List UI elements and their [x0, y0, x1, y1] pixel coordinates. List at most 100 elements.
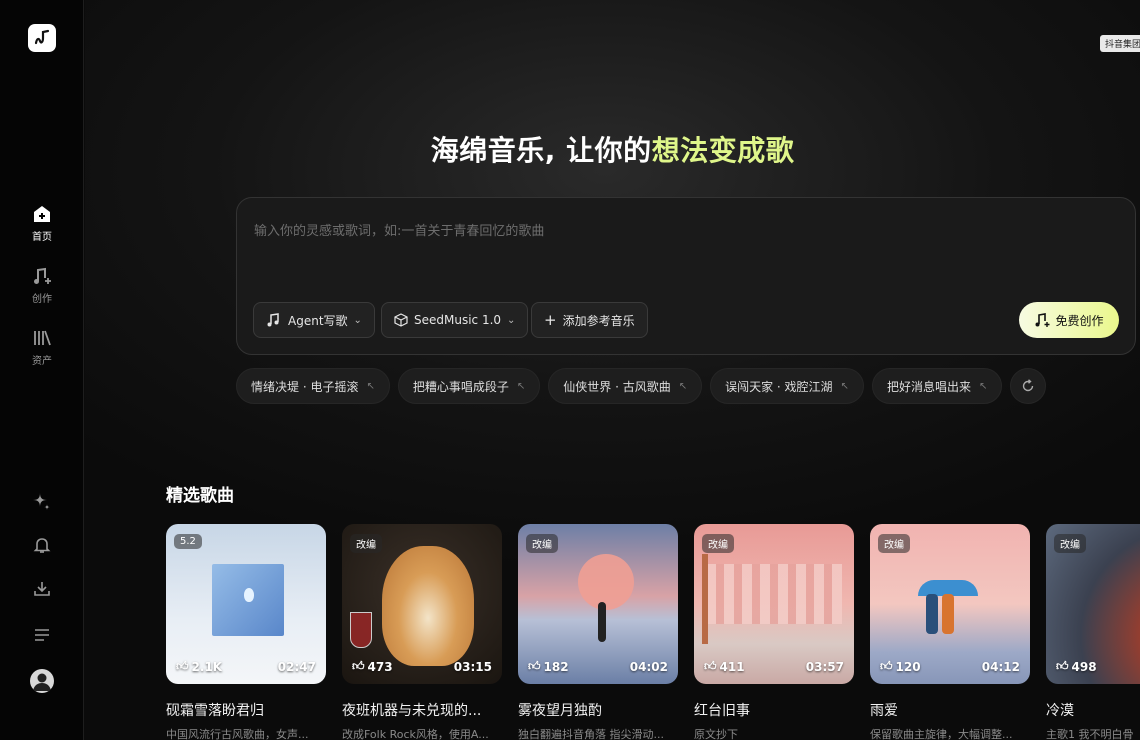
thumbs-up-icon: 👍︎ — [352, 659, 365, 673]
song-cover[interactable]: 改编 👍︎ 411 03:57 — [694, 524, 854, 684]
like-count-value: 498 — [1071, 659, 1097, 674]
cover-art — [702, 554, 708, 644]
page-title: 海绵音乐, 让你的想法变成歌 — [85, 129, 1140, 169]
song-title[interactable]: 冷漠 — [1046, 700, 1140, 720]
song-cover[interactable]: 改编 👍︎ 120 04:12 — [870, 524, 1030, 684]
song-duration: 03:57 — [805, 660, 844, 674]
like-count-value: 182 — [543, 659, 569, 674]
like-count[interactable]: 👍︎ 498 — [1056, 659, 1097, 674]
song-tag: 改编 — [350, 534, 382, 553]
song-tag: 改编 — [526, 534, 558, 553]
prompt-input[interactable]: 输入你的灵感或歌词，如:一首关于青春回忆的歌曲 — [254, 220, 544, 239]
suggestion-chip[interactable]: 仙侠世界 · 古风歌曲 ↖ — [548, 368, 703, 404]
cube-icon — [394, 313, 408, 327]
thumbs-up-icon: 👍︎ — [1056, 659, 1069, 673]
like-count[interactable]: 👍︎ 120 — [880, 659, 921, 674]
agent-write-button[interactable]: Agent写歌 ⌄ — [253, 302, 375, 338]
song-card[interactable]: 改编 👍︎ 473 03:15 夜班机器与未兑现的... 改成Folk Rock风… — [342, 524, 502, 740]
app-logo[interactable] — [28, 24, 56, 52]
thumbs-up-icon: 👍︎ — [880, 659, 893, 673]
arrow-up-left-icon: ↖ — [840, 380, 849, 392]
suggestion-chip[interactable]: 误闯天家 · 戏腔江湖 ↖ — [710, 368, 864, 404]
user-avatar-icon[interactable] — [30, 669, 54, 693]
suggestion-chip[interactable]: 把糟心事唱成段子 ↖ — [397, 368, 541, 404]
song-cover[interactable]: 5.2 👍︎ 2.1K 02:47 — [166, 524, 326, 684]
menu-lines-icon[interactable] — [31, 624, 53, 646]
song-cover[interactable]: 改编 👍︎ 182 04:02 — [518, 524, 678, 684]
cover-art — [578, 554, 634, 610]
section-title: 精选歌曲 — [166, 486, 234, 506]
music-note-icon — [267, 313, 279, 327]
bell-icon[interactable] — [31, 534, 53, 556]
add-reference-music-button[interactable]: + 添加参考音乐 — [531, 302, 648, 338]
thumbs-up-icon: 👍︎ — [528, 659, 541, 673]
like-count[interactable]: 👍︎ 473 — [352, 659, 393, 674]
brand-tag: 抖音集团 — [1100, 35, 1140, 52]
title-prefix: 海绵音乐, 让你的 — [430, 134, 652, 167]
chevron-down-icon: ⌄ — [507, 314, 516, 326]
title-highlight: 想法变成歌 — [651, 134, 795, 167]
song-card-list: 5.2 👍︎ 2.1K 02:47 砚霜雪落盼君归 中国风流行古风歌曲，女声...… — [166, 524, 1140, 740]
sidebar-item-assets[interactable]: 资产 — [0, 328, 84, 367]
sparkle-icon[interactable] — [31, 490, 53, 512]
song-description: 独白翻遍抖音角落 指尖滑动... — [518, 728, 664, 740]
refresh-suggestions-button[interactable] — [1010, 368, 1047, 404]
music-logo-icon — [34, 29, 50, 45]
thumbs-up-icon: 👍︎ — [704, 659, 717, 673]
cover-art — [942, 594, 954, 634]
suggestion-chip[interactable]: 情绪决堤 · 电子摇滚 ↖ — [236, 368, 390, 404]
cover-art — [350, 612, 372, 648]
song-duration: 04:02 — [629, 660, 668, 674]
prompt-box[interactable]: 输入你的灵感或歌词，如:一首关于青春回忆的歌曲 Agent写歌 ⌄ SeedMu… — [236, 197, 1136, 355]
song-card[interactable]: 改编 👍︎ 120 04:12 雨爱 保留歌曲主旋律，大幅调整... — [870, 524, 1030, 740]
sidebar-item-label: 创作 — [32, 294, 52, 305]
like-count-value: 2.1K — [191, 659, 223, 674]
song-card[interactable]: 改编 👍︎ 498 冷漠 主歌1 我不明白骨 — [1046, 524, 1140, 740]
song-title[interactable]: 砚霜雪落盼君归 — [166, 700, 326, 720]
song-description: 主歌1 我不明白骨 — [1046, 728, 1134, 740]
chip-label: 误闯天家 · 戏腔江湖 — [725, 379, 833, 394]
song-title[interactable]: 雾夜望月独酌 — [518, 700, 678, 720]
thumbs-up-icon: 👍︎ — [176, 659, 189, 673]
song-tag: 改编 — [702, 534, 734, 553]
song-description: 中国风流行古风歌曲，女声... — [166, 728, 309, 740]
like-count[interactable]: 👍︎ 2.1K — [176, 659, 222, 674]
sidebar-item-label: 首页 — [32, 232, 52, 243]
song-card[interactable]: 改编 👍︎ 182 04:02 雾夜望月独酌 独白翻遍抖音角落 指尖滑动... — [518, 524, 678, 740]
music-note-plus-icon — [34, 267, 51, 284]
like-count-value: 473 — [367, 659, 393, 674]
cover-art — [706, 564, 842, 624]
suggestion-chips: 情绪决堤 · 电子摇滚 ↖ 把糟心事唱成段子 ↖ 仙侠世界 · 古风歌曲 ↖ 误闯天家… — [236, 368, 1047, 404]
song-title[interactable]: 夜班机器与未兑现的... — [342, 700, 502, 720]
download-icon[interactable] — [31, 578, 53, 600]
plus-icon: + — [544, 311, 557, 329]
like-count[interactable]: 👍︎ 182 — [528, 659, 569, 674]
song-title[interactable]: 雨爱 — [870, 700, 1030, 720]
free-create-button[interactable]: 免费创作 — [1019, 302, 1119, 338]
chip-label: 把糟心事唱成段子 — [412, 379, 509, 394]
like-count-value: 411 — [719, 659, 745, 674]
chevron-down-icon: ⌄ — [353, 314, 362, 326]
song-cover[interactable]: 改编 👍︎ 498 — [1046, 524, 1140, 684]
sidebar-item-home[interactable]: 首页 — [0, 204, 84, 243]
cover-art — [244, 588, 254, 602]
model-select-label: SeedMusic 1.0 — [414, 313, 502, 327]
cover-art — [382, 546, 474, 666]
refresh-icon — [1023, 379, 1034, 392]
like-count[interactable]: 👍︎ 411 — [704, 659, 745, 674]
song-card[interactable]: 改编 👍︎ 411 03:57 红台旧事 原文抄下 — [694, 524, 854, 740]
song-description: 保留歌曲主旋律，大幅调整... — [870, 728, 1013, 740]
model-select-button[interactable]: SeedMusic 1.0 ⌄ — [381, 302, 529, 338]
song-title[interactable]: 红台旧事 — [694, 700, 854, 720]
arrow-up-left-icon: ↖ — [516, 380, 526, 392]
chip-label: 情绪决堤 · 电子摇滚 — [251, 379, 359, 394]
arrow-up-left-icon: ↖ — [678, 380, 688, 392]
sidebar-item-create[interactable]: 创作 — [0, 266, 84, 305]
home-plus-icon — [34, 206, 50, 222]
song-tag: 改编 — [1054, 534, 1086, 553]
song-cover[interactable]: 改编 👍︎ 473 03:15 — [342, 524, 502, 684]
song-card[interactable]: 5.2 👍︎ 2.1K 02:47 砚霜雪落盼君归 中国风流行古风歌曲，女声... — [166, 524, 326, 740]
cover-art — [926, 594, 938, 634]
suggestion-chip[interactable]: 把好消息唱出来 ↖ — [871, 368, 1003, 404]
song-duration: 02:47 — [277, 660, 316, 674]
